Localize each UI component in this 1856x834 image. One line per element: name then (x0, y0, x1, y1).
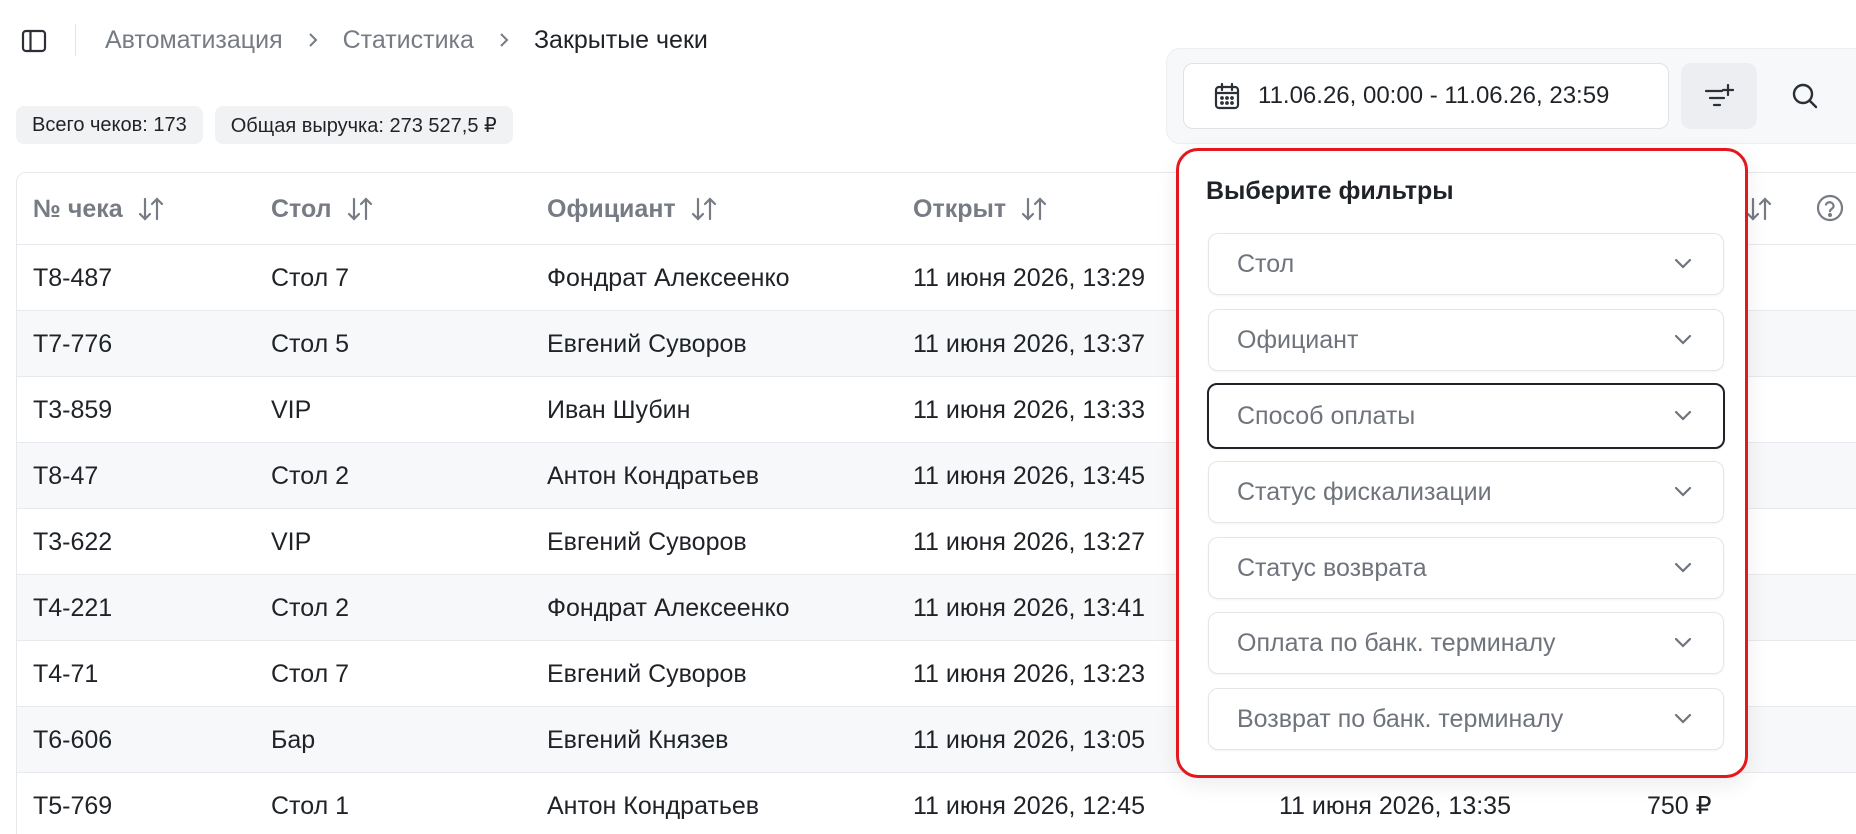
chevron-right-icon (498, 32, 510, 48)
header-divider (75, 24, 76, 56)
breadcrumb-item-automation[interactable]: Автоматизация (105, 26, 283, 55)
cell-check-number: T8-47 (33, 461, 99, 490)
chevron-down-icon (1673, 486, 1693, 498)
filter-select-fiscal-status[interactable]: Статус фискализации (1208, 461, 1724, 523)
cell-table: VIP (271, 527, 312, 556)
cell-waiter: Антон Кондратьев (547, 461, 760, 490)
cell-check-number: T7-776 (33, 329, 113, 358)
filter-add-icon (1704, 83, 1734, 107)
cell-check-number: T5-769 (33, 791, 113, 820)
date-range-picker[interactable]: 11.06.26, 00:00 - 11.06.26, 23:59 (1183, 63, 1669, 129)
cell-opened: 11 июня 2026, 13:27 (913, 527, 1145, 556)
stats-badges: Всего чеков: 173 Общая выручка: 273 527,… (16, 106, 513, 144)
cell-check-number: T4-221 (33, 593, 113, 622)
cell-closed: 11 июня 2026, 13:35 (1279, 791, 1511, 820)
filter-select-bank-terminal-refund[interactable]: Возврат по банк. терминалу (1208, 688, 1724, 750)
sidebar-icon (21, 29, 47, 53)
chevron-right-icon (307, 32, 319, 48)
column-label: Открыт (913, 194, 1007, 223)
filter-label: Официант (1237, 325, 1359, 354)
cell-check-number: T8-487 (33, 263, 113, 292)
sort-arrows-icon[interactable] (346, 196, 374, 222)
cell-table: Бар (271, 725, 316, 754)
filter-select-refund-status[interactable]: Статус возврата (1208, 537, 1724, 599)
chevron-down-icon (1673, 713, 1693, 725)
filter-label: Статус возврата (1237, 553, 1427, 582)
cell-waiter: Фондрат Алексеенко (547, 593, 790, 622)
chevron-down-icon (1673, 637, 1693, 649)
chevron-down-icon (1673, 410, 1693, 422)
cell-table: VIP (271, 395, 312, 424)
cell-check-number: T6-606 (33, 725, 113, 754)
cell-opened: 11 июня 2026, 13:45 (913, 461, 1145, 490)
cell-table: Стол 2 (271, 593, 350, 622)
cell-waiter: Евгений Суворов (547, 527, 747, 556)
filter-panel-title: Выберите фильтры (1206, 177, 1454, 205)
column-header-check-number: № чека (33, 173, 165, 245)
calendar-icon (1214, 82, 1240, 110)
filter-dropdown-panel: Выберите фильтры Стол Официант Способ оп… (1176, 148, 1748, 778)
filter-select-waiter[interactable]: Официант (1208, 309, 1724, 371)
cell-waiter: Евгений Суворов (547, 659, 747, 688)
filter-select-table[interactable]: Стол (1208, 233, 1724, 295)
cell-table: Стол 7 (271, 263, 350, 292)
filter-select-payment-method[interactable]: Способ оплаты (1207, 383, 1725, 449)
cell-waiter: Евгений Князев (547, 725, 729, 754)
column-label: Официант (547, 194, 676, 223)
chevron-down-icon (1673, 562, 1693, 574)
breadcrumb-item-statistics[interactable]: Статистика (343, 26, 474, 55)
cell-opened: 11 июня 2026, 13:41 (913, 593, 1145, 622)
sort-arrows-icon[interactable] (137, 196, 165, 222)
total-revenue-badge: Общая выручка: 273 527,5 ₽ (214, 106, 513, 144)
cell-table: Стол 5 (271, 329, 350, 358)
column-label: Стол (271, 194, 332, 223)
cell-waiter: Евгений Суворов (547, 329, 747, 358)
column-header-table: Стол (271, 173, 374, 245)
cell-check-number: T4-71 (33, 659, 99, 688)
cell-check-number: T3-859 (33, 395, 113, 424)
cell-waiter: Фондрат Алексеенко (547, 263, 790, 292)
cell-amount: 750 ₽ (1647, 792, 1712, 820)
filter-label: Способ оплаты (1237, 401, 1416, 430)
filter-label: Возврат по банк. терминалу (1237, 704, 1564, 733)
column-header-opened: Открыт (913, 173, 1048, 245)
help-circle-icon[interactable] (1815, 193, 1845, 223)
cell-waiter: Антон Кондратьев (547, 791, 760, 820)
chevron-down-icon (1673, 334, 1693, 346)
chevron-down-icon (1673, 258, 1693, 270)
cell-table: Стол 1 (271, 791, 350, 820)
cell-check-number: T3-622 (33, 527, 113, 556)
cell-opened: 11 июня 2026, 12:45 (913, 791, 1145, 820)
cell-opened: 11 июня 2026, 13:23 (913, 659, 1145, 688)
sort-arrows-icon[interactable] (1020, 196, 1048, 222)
cell-waiter: Иван Шубин (547, 395, 691, 424)
sidebar-toggle-button[interactable] (20, 27, 48, 55)
cell-opened: 11 июня 2026, 13:29 (913, 263, 1145, 292)
breadcrumb: Автоматизация Статистика Закрытые чеки (105, 22, 708, 58)
cell-opened: 11 июня 2026, 13:05 (913, 725, 1145, 754)
filter-select-bank-terminal-payment[interactable]: Оплата по банк. терминалу (1208, 612, 1724, 674)
cell-opened: 11 июня 2026, 13:33 (913, 395, 1145, 424)
filter-label: Оплата по банк. терминалу (1237, 628, 1556, 657)
filter-label: Стол (1237, 249, 1295, 278)
filters-toolbar: 11.06.26, 00:00 - 11.06.26, 23:59 (1166, 48, 1856, 144)
cell-table: Стол 2 (271, 461, 350, 490)
add-filter-button[interactable] (1681, 63, 1757, 129)
sort-arrows-icon[interactable] (1745, 196, 1773, 222)
date-range-value: 11.06.26, 00:00 - 11.06.26, 23:59 (1258, 82, 1610, 109)
total-checks-badge: Всего чеков: 173 (16, 106, 203, 144)
table-row[interactable]: T5-769 Стол 1 Антон Кондратьев 11 июня 2… (17, 773, 1856, 834)
breadcrumb-item-current: Закрытые чеки (533, 25, 708, 54)
sort-arrows-icon[interactable] (690, 196, 718, 222)
column-header-waiter: Официант (547, 173, 718, 245)
search-button[interactable] (1767, 63, 1843, 129)
column-label: № чека (33, 194, 123, 223)
cell-opened: 11 июня 2026, 13:37 (913, 329, 1145, 358)
filter-label: Статус фискализации (1237, 477, 1492, 506)
cell-table: Стол 7 (271, 659, 350, 688)
search-icon (1792, 83, 1818, 109)
